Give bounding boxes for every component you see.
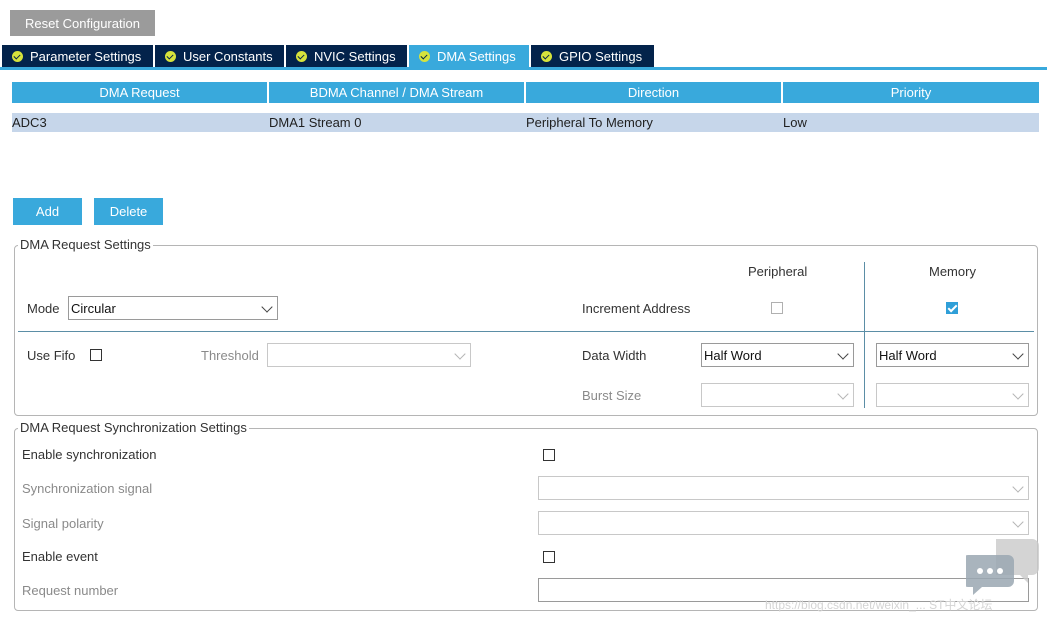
memory-burst-select[interactable] bbox=[876, 383, 1029, 407]
data-width-label: Data Width bbox=[582, 348, 647, 363]
peripheral-increment-checkbox[interactable] bbox=[771, 302, 783, 314]
chevron-down-icon bbox=[1012, 516, 1024, 528]
tab-label: User Constants bbox=[183, 49, 273, 64]
column-header-priority[interactable]: Priority bbox=[783, 82, 1039, 103]
tab-gpio-settings[interactable]: GPIO Settings bbox=[531, 45, 654, 68]
chevron-down-icon bbox=[1012, 481, 1024, 493]
cell-dma-request: ADC3 bbox=[12, 115, 47, 130]
chevron-down-icon bbox=[261, 301, 273, 313]
check-circle-icon bbox=[12, 51, 23, 62]
memory-data-width-value: Half Word bbox=[879, 347, 937, 363]
chevron-down-icon bbox=[454, 348, 466, 360]
cell-priority: Low bbox=[783, 115, 807, 130]
memory-data-width-select[interactable]: Half Word bbox=[876, 343, 1029, 367]
chevron-down-icon bbox=[1012, 388, 1024, 400]
group-legend: DMA Request Settings bbox=[18, 237, 153, 252]
tab-label: NVIC Settings bbox=[314, 49, 396, 64]
column-header-stream[interactable]: BDMA Channel / DMA Stream bbox=[269, 82, 524, 103]
sync-signal-label: Synchronization signal bbox=[22, 481, 153, 496]
dma-table-header: DMA Request BDMA Channel / DMA Stream Di… bbox=[12, 82, 1041, 103]
reset-configuration-button[interactable]: Reset Configuration bbox=[10, 10, 155, 36]
signal-polarity-select[interactable] bbox=[538, 511, 1029, 535]
signal-polarity-label: Signal polarity bbox=[22, 516, 104, 531]
tab-label: GPIO Settings bbox=[559, 49, 643, 64]
check-circle-icon bbox=[419, 51, 430, 62]
tab-parameter-settings[interactable]: Parameter Settings bbox=[2, 45, 153, 68]
burst-size-label: Burst Size bbox=[582, 388, 642, 403]
tab-user-constants[interactable]: User Constants bbox=[155, 45, 284, 68]
delete-button[interactable]: Delete bbox=[94, 198, 163, 225]
check-circle-icon bbox=[296, 51, 307, 62]
mode-value: Circular bbox=[71, 300, 116, 316]
watermark-text: https://blog.csdn.net/weixin_... ST中文论坛 bbox=[765, 598, 993, 612]
mode-label: Mode bbox=[27, 301, 60, 316]
request-number-label: Request number bbox=[22, 583, 119, 598]
chevron-down-icon bbox=[1012, 348, 1024, 360]
peripheral-burst-select[interactable] bbox=[701, 383, 854, 407]
peripheral-data-width-value: Half Word bbox=[704, 347, 762, 363]
enable-sync-checkbox[interactable] bbox=[543, 449, 555, 461]
chevron-down-icon bbox=[837, 388, 849, 400]
enable-event-checkbox[interactable] bbox=[543, 551, 555, 563]
enable-event-label: Enable event bbox=[22, 549, 98, 564]
threshold-label: Threshold bbox=[201, 348, 259, 363]
threshold-select[interactable] bbox=[267, 343, 471, 367]
section-divider bbox=[18, 331, 1034, 332]
check-circle-icon bbox=[541, 51, 552, 62]
sync-signal-select[interactable] bbox=[538, 476, 1029, 500]
column-divider bbox=[864, 262, 865, 408]
tab-nvic-settings[interactable]: NVIC Settings bbox=[286, 45, 407, 68]
enable-sync-label: Enable synchronization bbox=[22, 447, 157, 462]
column-header-dma-request[interactable]: DMA Request bbox=[12, 82, 267, 103]
use-fifo-checkbox[interactable] bbox=[90, 349, 102, 361]
check-circle-icon bbox=[165, 51, 176, 62]
memory-increment-checkbox[interactable] bbox=[946, 302, 958, 314]
tab-underline bbox=[0, 67, 1047, 70]
memory-column-header: Memory bbox=[929, 264, 976, 279]
tab-label: DMA Settings bbox=[437, 49, 516, 64]
cell-stream: DMA1 Stream 0 bbox=[269, 115, 362, 130]
cell-direction: Peripheral To Memory bbox=[526, 115, 653, 130]
mode-select[interactable]: Circular bbox=[68, 296, 278, 320]
peripheral-column-header: Peripheral bbox=[748, 264, 808, 279]
use-fifo-label: Use Fifo bbox=[27, 348, 76, 363]
settings-tabs: Parameter Settings User Constants NVIC S… bbox=[2, 45, 656, 68]
chat-bubble-icon bbox=[966, 539, 1039, 595]
tab-dma-settings[interactable]: DMA Settings bbox=[409, 45, 529, 68]
tab-label: Parameter Settings bbox=[30, 49, 142, 64]
group-legend: DMA Request Synchronization Settings bbox=[18, 420, 249, 435]
add-button[interactable]: Add bbox=[13, 198, 82, 225]
column-header-direction[interactable]: Direction bbox=[526, 82, 781, 103]
table-row[interactable]: ADC3 DMA1 Stream 0 Peripheral To Memory … bbox=[12, 113, 1039, 132]
increment-address-label: Increment Address bbox=[582, 301, 691, 316]
chevron-down-icon bbox=[837, 348, 849, 360]
peripheral-data-width-select[interactable]: Half Word bbox=[701, 343, 854, 367]
